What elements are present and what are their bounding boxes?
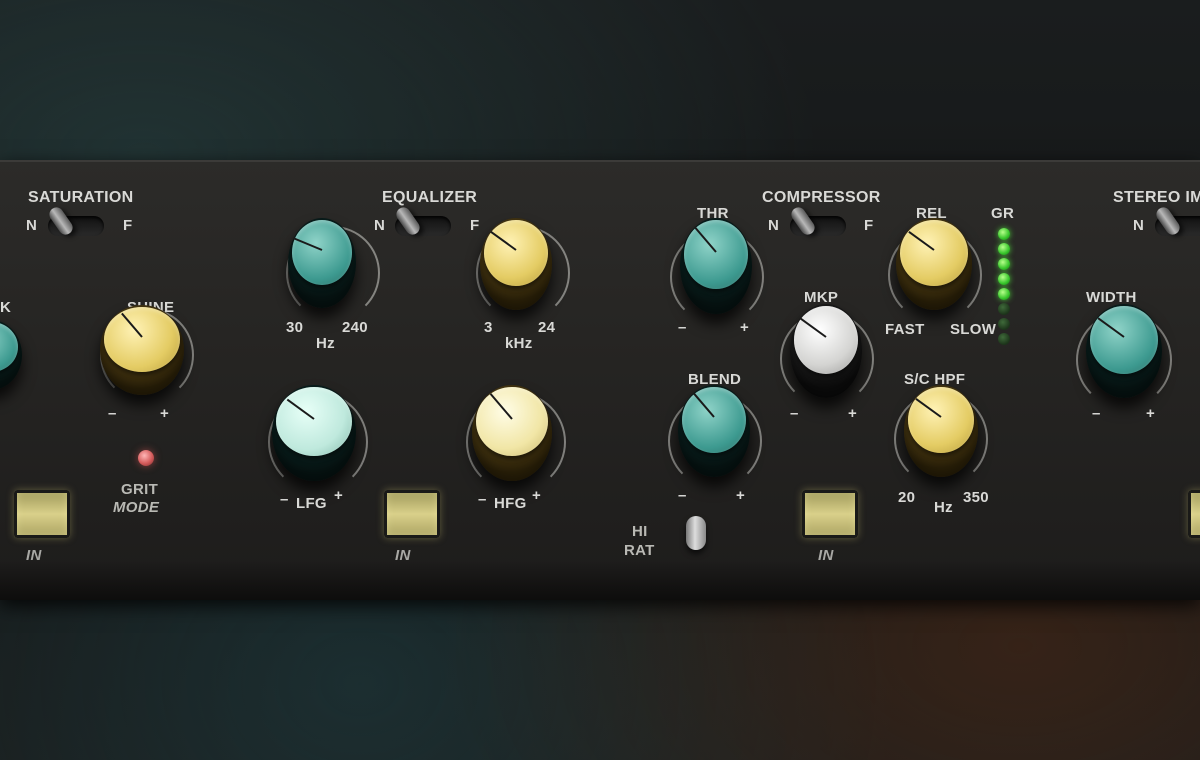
drive-knob-label: K	[0, 299, 12, 316]
shine-knob[interactable]	[100, 305, 184, 395]
compressor-toggle-n-label: N	[768, 217, 780, 234]
equalizer-in-button[interactable]	[384, 490, 440, 538]
gr-led	[998, 288, 1010, 300]
gr-led	[998, 258, 1010, 270]
saturation-toggle-f-label: F	[123, 217, 133, 234]
hi-rat-switch[interactable]	[686, 516, 706, 550]
blend-max-label: +	[736, 487, 746, 504]
hi-rat-label-2: RAT	[624, 542, 655, 559]
gr-led	[998, 273, 1010, 285]
rel-knob[interactable]	[896, 218, 972, 310]
saturation-in-label: IN	[26, 547, 42, 564]
thr-knob[interactable]	[680, 218, 752, 314]
grit-mode-label-2: MODE	[113, 499, 160, 516]
shine-max-label: +	[160, 405, 170, 422]
mkp-knob[interactable]	[790, 304, 862, 398]
equalizer-toggle-f-label: F	[470, 217, 480, 234]
compressor-header: COMPRESSOR	[762, 189, 881, 206]
mkp-label: MKP	[804, 289, 839, 306]
thr-min-label: –	[678, 319, 687, 336]
stereo-toggle-n-label: N	[1133, 217, 1145, 234]
blend-min-label: –	[678, 487, 687, 504]
rel-max-label: SLOW	[950, 321, 997, 338]
stereo-in-button[interactable]	[1188, 490, 1200, 538]
mkp-min-label: –	[790, 405, 799, 422]
compressor-in-button[interactable]	[802, 490, 858, 538]
hf-freq-max-label: 24	[538, 319, 556, 336]
width-label: WIDTH	[1086, 289, 1137, 306]
equalizer-nf-toggle[interactable]	[393, 204, 451, 238]
equalizer-header: EQUALIZER	[382, 189, 478, 206]
hi-rat-label-1: HI	[632, 523, 648, 540]
grit-mode-led[interactable]	[138, 450, 154, 466]
width-min-label: –	[1092, 405, 1101, 422]
sc-hpf-unit-label: Hz	[934, 499, 953, 516]
saturation-nf-toggle[interactable]	[46, 204, 104, 238]
stereo-image-header: STEREO IM	[1113, 189, 1200, 206]
compressor-nf-toggle[interactable]	[788, 204, 846, 238]
grit-mode-label-1: GRIT	[121, 481, 159, 498]
lf-freq-max-label: 240	[342, 319, 368, 336]
stereo-nf-toggle[interactable]	[1153, 204, 1200, 238]
sc-hpf-min-label: 20	[898, 489, 916, 506]
lfg-min-label: –	[280, 491, 289, 508]
panel-shadow	[0, 560, 1200, 600]
thr-max-label: +	[740, 319, 750, 336]
sc-hpf-max-label: 350	[963, 489, 989, 506]
gr-led	[998, 303, 1010, 315]
shine-min-label: –	[108, 405, 117, 422]
gr-led	[998, 318, 1010, 330]
hf-freq-min-label: 3	[484, 319, 493, 336]
hf-freq-unit-label: kHz	[505, 335, 533, 352]
hf-freq-knob[interactable]	[480, 218, 552, 310]
width-knob[interactable]	[1086, 304, 1162, 398]
hfg-label: HFG	[494, 495, 527, 512]
hfg-knob[interactable]	[472, 385, 552, 481]
sc-hpf-knob[interactable]	[904, 385, 978, 477]
blend-knob[interactable]	[678, 385, 750, 477]
compressor-in-label: IN	[818, 547, 834, 564]
lf-freq-min-label: 30	[286, 319, 304, 336]
hfg-max-label: +	[532, 487, 542, 504]
gr-led	[998, 333, 1010, 345]
lfg-knob[interactable]	[272, 385, 356, 481]
gr-label: GR	[991, 205, 1015, 222]
lfg-max-label: +	[334, 487, 344, 504]
gr-led	[998, 228, 1010, 240]
lf-freq-unit-label: Hz	[316, 335, 335, 352]
saturation-header: SATURATION	[28, 189, 134, 206]
hfg-min-label: –	[478, 491, 487, 508]
lf-freq-knob[interactable]	[288, 218, 356, 308]
equalizer-in-label: IN	[395, 547, 411, 564]
gr-led	[998, 243, 1010, 255]
width-max-label: +	[1146, 405, 1156, 422]
compressor-toggle-f-label: F	[864, 217, 874, 234]
mkp-max-label: +	[848, 405, 858, 422]
saturation-in-button[interactable]	[14, 490, 70, 538]
saturation-toggle-n-label: N	[26, 217, 38, 234]
rel-min-label: FAST	[885, 321, 925, 338]
equalizer-toggle-n-label: N	[374, 217, 386, 234]
lfg-label: LFG	[296, 495, 327, 512]
